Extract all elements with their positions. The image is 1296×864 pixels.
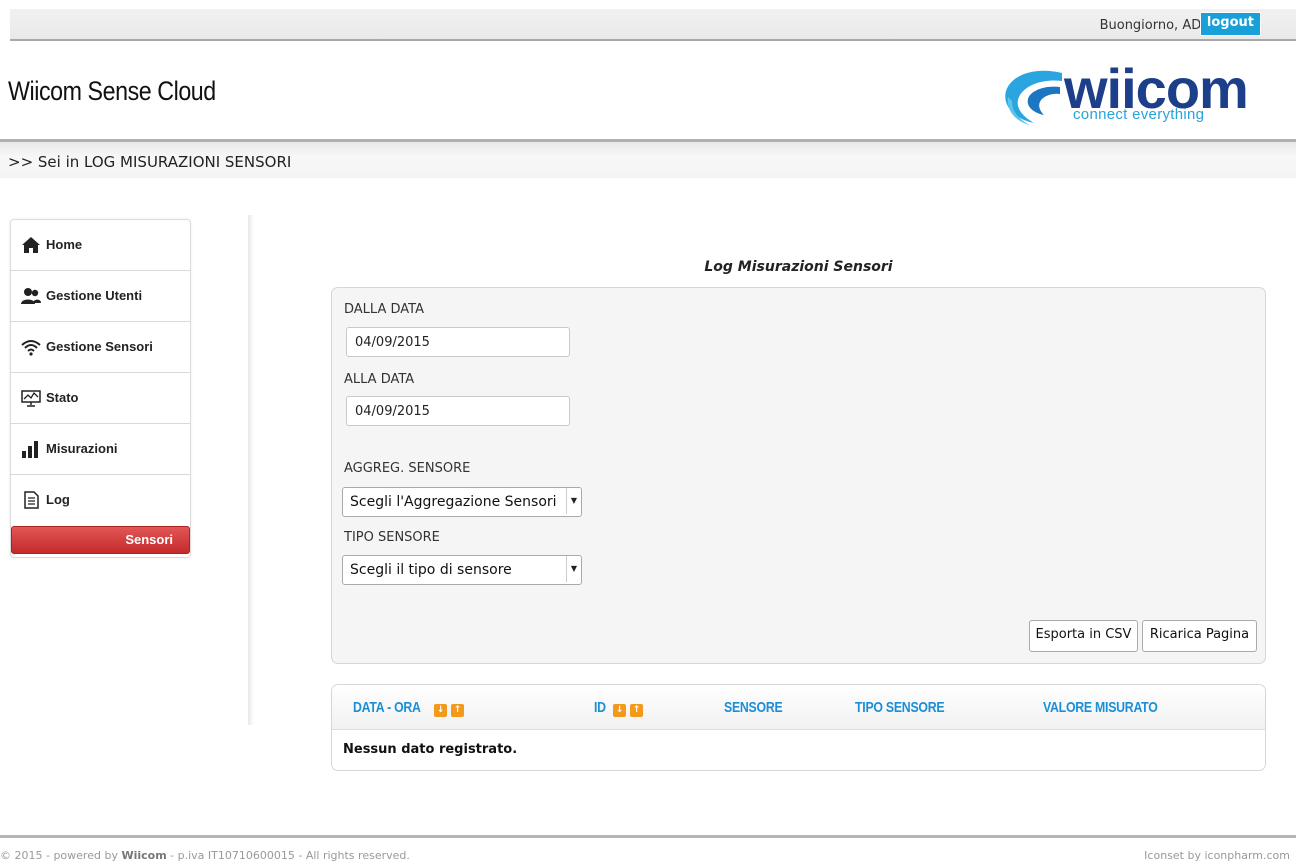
sidebar-item-label: Stato [46, 390, 79, 405]
column-header-valore-misurato: VALORE MISURATO [1043, 699, 1158, 716]
export-csv-button[interactable]: Esporta in CSV [1029, 620, 1138, 652]
sidebar-subitem-sensori[interactable]: Sensori [11, 526, 190, 554]
sidebar-item-label: Gestione Utenti [46, 288, 143, 303]
bar-chart-icon [22, 441, 38, 458]
sidebar-subitem-label: Sensori [125, 532, 173, 547]
table-header: DATA - ORA ↓ ↑ ID ↓ ↑ SENSORE TIPO SENSO… [332, 685, 1265, 730]
sidebar-item-gestione-utenti[interactable]: Gestione Utenti [11, 271, 190, 322]
logo-swoosh-icon [1005, 70, 1062, 125]
home-icon [22, 237, 40, 253]
sidebar-item-home[interactable]: Home [11, 220, 190, 271]
app-title: Wiicom Sense Cloud [8, 76, 216, 106]
footer-divider [0, 835, 1296, 838]
aggregation-select[interactable]: Scegli l'Aggregazione Sensori ▼ [342, 487, 582, 517]
sort-asc-icon[interactable]: ↑ [630, 704, 643, 717]
sidebar-item-log[interactable]: Log [11, 475, 190, 525]
column-header-sensore: SENSORE [724, 699, 783, 716]
sidebar-item-label: Home [46, 237, 83, 252]
sidebar-item-label: Log [46, 492, 70, 507]
wifi-icon [21, 340, 41, 356]
footer-iconset-credit[interactable]: Iconset by iconpharm.com [1144, 849, 1290, 862]
sensor-type-select[interactable]: Scegli il tipo di sensore ▼ [342, 555, 582, 585]
sort-desc-icon[interactable]: ↓ [434, 704, 447, 717]
filter-panel: DALLA DATA 04/09/2015 ALLA DATA 04/09/20… [331, 287, 1266, 664]
sort-asc-icon[interactable]: ↑ [451, 704, 464, 717]
footer-copyright-prefix: © 2015 - powered by [0, 849, 122, 862]
sidebar-item-gestione-sensori[interactable]: Gestione Sensori [11, 322, 190, 373]
sort-desc-icon[interactable]: ↓ [613, 704, 626, 717]
column-header-id[interactable]: ID [594, 699, 606, 716]
breadcrumb-bar: >> Sei in LOG MISURAZIONI SENSORI [0, 139, 1296, 178]
sensor-type-selected: Scegli il tipo di sensore [350, 562, 512, 578]
footer-copyright-suffix: - p.iva IT10710600015 - All rights reser… [166, 849, 410, 862]
sensor-type-label: TIPO SENSORE [344, 530, 440, 545]
chevron-down-icon: ▼ [566, 556, 581, 582]
sidebar-item-stato[interactable]: Stato [11, 373, 190, 424]
from-date-label: DALLA DATA [344, 302, 424, 317]
column-header-data-ora[interactable]: DATA - ORA [353, 699, 421, 716]
breadcrumb: >> Sei in LOG MISURAZIONI SENSORI [8, 153, 292, 171]
to-date-field[interactable]: 04/09/2015 [346, 396, 570, 426]
content-divider [248, 215, 254, 725]
users-icon [21, 288, 41, 304]
to-date-label: ALLA DATA [344, 372, 415, 387]
sidebar-item-label: Gestione Sensori [46, 339, 153, 354]
company-logo[interactable]: wiicom connect everything [1000, 61, 1270, 127]
aggregation-selected: Scegli l'Aggregazione Sensori [350, 494, 557, 510]
document-icon [24, 491, 39, 509]
page-title: Log Misurazioni Sensori [704, 259, 893, 275]
footer-brand-link[interactable]: Wiicom [121, 849, 166, 862]
empty-table-message: Nessun dato registrato. [343, 742, 518, 757]
footer-copyright: © 2015 - powered by Wiicom - p.iva IT107… [0, 849, 410, 862]
top-bar: Buongiorno, ADMIN logout [10, 9, 1296, 41]
sidebar-item-label: Misurazioni [46, 441, 118, 456]
reload-page-button[interactable]: Ricarica Pagina [1142, 620, 1257, 652]
from-date-value: 04/09/2015 [355, 335, 430, 350]
to-date-value: 04/09/2015 [355, 404, 430, 419]
monitor-chart-icon [21, 390, 41, 407]
chevron-down-icon: ▼ [566, 488, 581, 514]
logout-button[interactable]: logout [1199, 12, 1261, 36]
column-header-tipo-sensore: TIPO SENSORE [855, 699, 945, 716]
aggregation-label: AGGREG. SENSORE [344, 461, 471, 476]
from-date-field[interactable]: 04/09/2015 [346, 327, 570, 357]
logo-tagline: connect everything [1073, 106, 1205, 123]
results-table: DATA - ORA ↓ ↑ ID ↓ ↑ SENSORE TIPO SENSO… [331, 684, 1266, 771]
sidebar-item-misurazioni[interactable]: Misurazioni [11, 424, 190, 475]
sidebar: Home Gestione Utenti Gestione Sensori St… [10, 219, 191, 558]
